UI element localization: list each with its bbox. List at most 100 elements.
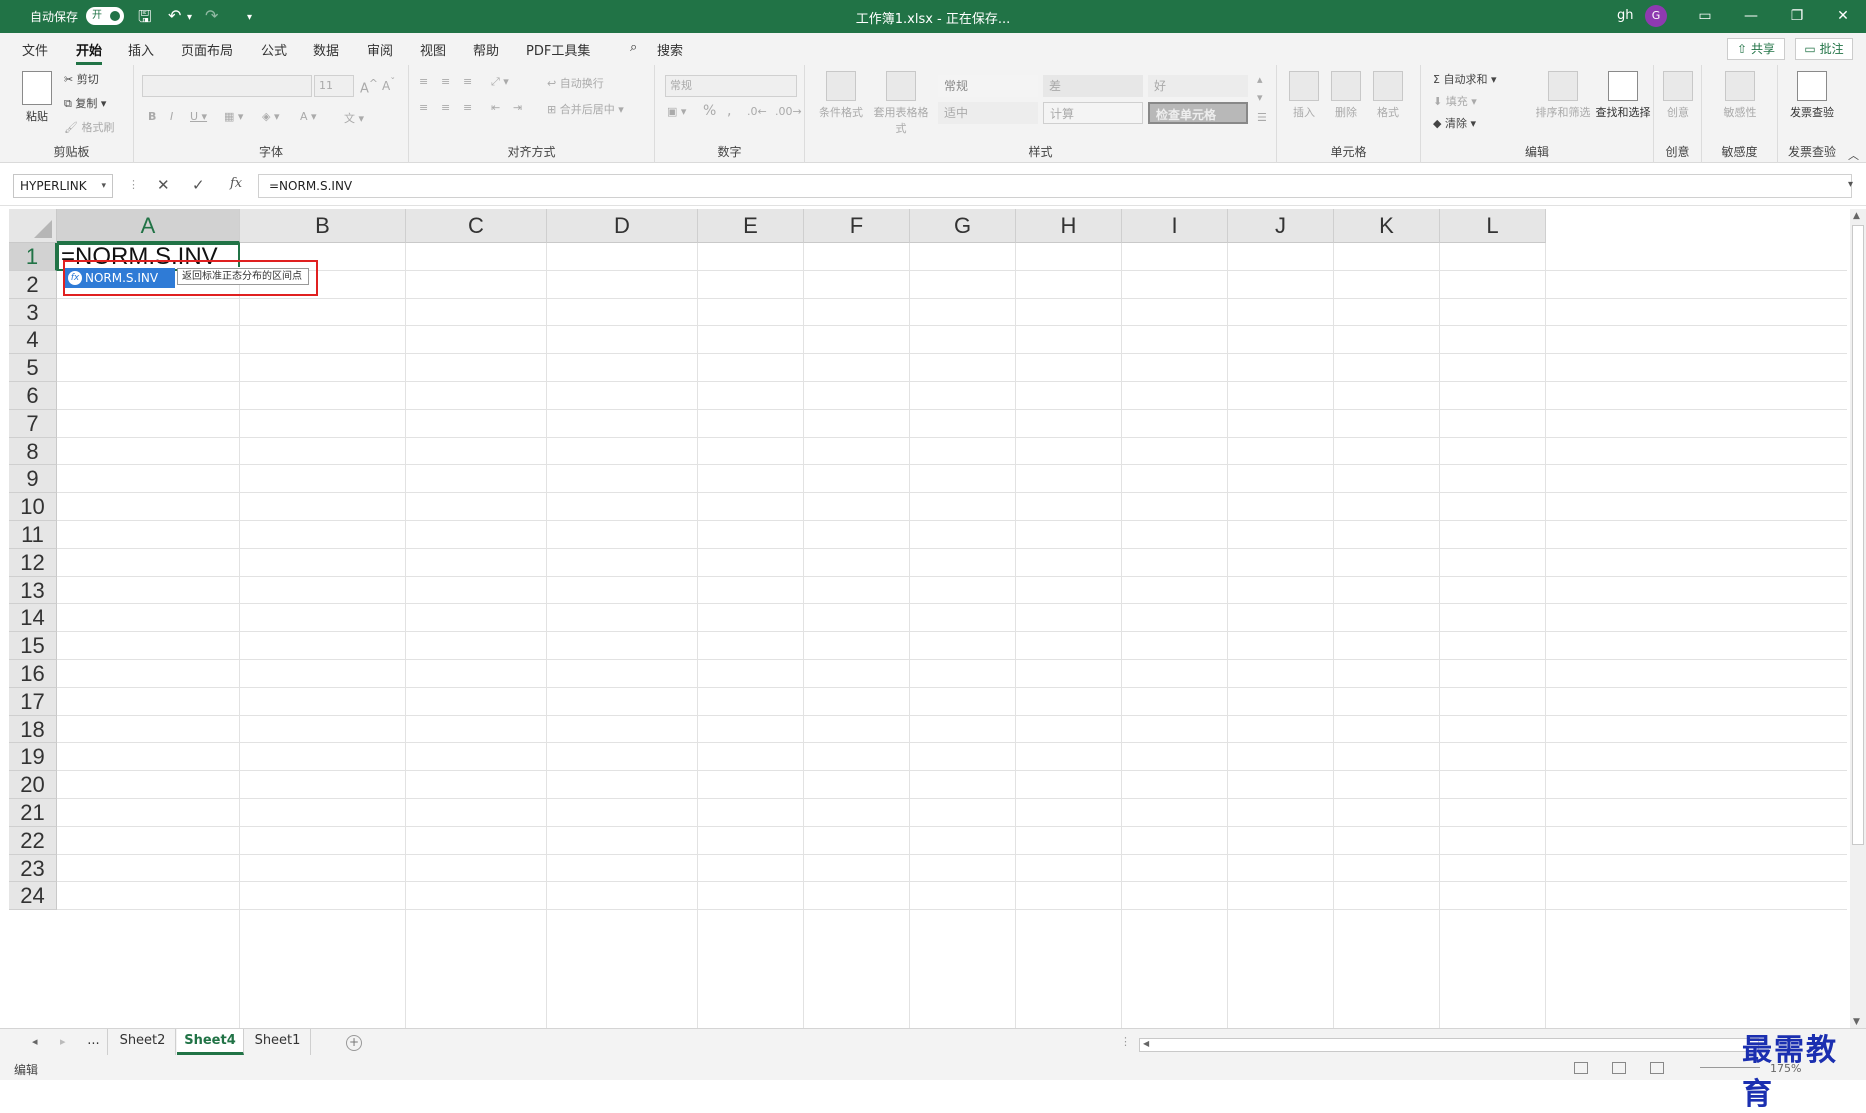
tab-page-layout[interactable]: 页面布局 bbox=[181, 40, 233, 59]
copy-button[interactable]: ⧉ 复制 ▾ bbox=[64, 95, 106, 111]
sheet-tab-sheet4[interactable]: Sheet4 bbox=[177, 1029, 244, 1055]
normal-view-icon[interactable] bbox=[1574, 1062, 1588, 1074]
column-header-h[interactable]: H bbox=[1016, 209, 1122, 243]
number-format-select[interactable]: 常规 bbox=[665, 75, 797, 97]
font-size-select[interactable]: 11 bbox=[314, 75, 354, 97]
minimize-icon[interactable]: — bbox=[1728, 0, 1774, 33]
row-header-15[interactable]: 15 bbox=[9, 632, 57, 660]
row-header-17[interactable]: 17 bbox=[9, 687, 57, 716]
redo-icon[interactable]: ↷ bbox=[205, 6, 218, 25]
tab-pdf-tools[interactable]: PDF工具集 bbox=[526, 40, 590, 59]
font-color-icon[interactable]: A ▾ bbox=[300, 110, 317, 123]
sheet-tab-sheet1[interactable]: Sheet1 bbox=[245, 1029, 311, 1055]
name-box[interactable]: HYPERLINK ▾ bbox=[13, 174, 113, 198]
column-header-b[interactable]: B bbox=[240, 209, 406, 243]
invoice-check-button[interactable]: 发票查验 bbox=[1788, 71, 1836, 120]
row-header-24[interactable]: 24 bbox=[9, 882, 57, 911]
grow-font-icon[interactable]: A^ bbox=[360, 77, 378, 96]
tab-split-handle[interactable]: ⋮ bbox=[1120, 1035, 1131, 1048]
style-good[interactable]: 好 bbox=[1148, 75, 1248, 97]
autocomplete-item-norm-s-inv[interactable]: fx NORM.S.INV bbox=[65, 268, 175, 288]
tab-data[interactable]: 数据 bbox=[313, 40, 339, 59]
column-header-i[interactable]: I bbox=[1122, 209, 1228, 243]
vertical-scroll-thumb[interactable] bbox=[1852, 225, 1864, 845]
save-icon[interactable]: 🖫 bbox=[138, 6, 152, 33]
decrease-decimal-icon[interactable]: .00→ bbox=[775, 105, 802, 118]
orientation-icon[interactable]: ⤢ ▾ bbox=[491, 75, 509, 89]
autosave-toggle[interactable]: 开 bbox=[86, 7, 124, 25]
fill-color-icon[interactable]: ◈ ▾ bbox=[262, 110, 279, 123]
column-header-f[interactable]: F bbox=[804, 209, 910, 243]
decrease-indent-icon[interactable]: ⇤ bbox=[491, 101, 500, 114]
find-select-button[interactable]: 查找和选择 bbox=[1593, 71, 1653, 120]
sheet-more-tabs[interactable]: ... bbox=[80, 1029, 108, 1055]
user-name[interactable]: gh bbox=[1617, 8, 1634, 23]
row-header-3[interactable]: 3 bbox=[9, 298, 57, 327]
column-header-c[interactable]: C bbox=[406, 209, 547, 243]
page-layout-view-icon[interactable] bbox=[1612, 1062, 1626, 1074]
restore-icon[interactable]: ❐ bbox=[1774, 0, 1820, 33]
row-header-1[interactable]: 1 bbox=[9, 243, 57, 271]
share-button[interactable]: ⇧ 共享 bbox=[1727, 38, 1785, 60]
sheet-next-icon[interactable]: ▸ bbox=[60, 1035, 66, 1048]
row-header-9[interactable]: 9 bbox=[9, 465, 57, 494]
scroll-up-icon[interactable]: ▲ bbox=[1853, 211, 1860, 221]
styles-scroll-down-icon[interactable]: ▾ bbox=[1257, 91, 1263, 104]
tab-help[interactable]: 帮助 bbox=[473, 40, 499, 59]
row-header-14[interactable]: 14 bbox=[9, 604, 57, 633]
row-header-13[interactable]: 13 bbox=[9, 576, 57, 605]
enter-icon[interactable]: ✓ bbox=[192, 176, 205, 194]
horizontal-scrollbar[interactable]: ◀ bbox=[1139, 1038, 1759, 1052]
column-header-j[interactable]: J bbox=[1228, 209, 1334, 243]
increase-decimal-icon[interactable]: .0← bbox=[747, 105, 767, 118]
row-header-19[interactable]: 19 bbox=[9, 743, 57, 772]
italic-icon[interactable]: I bbox=[170, 110, 173, 123]
phonetic-icon[interactable]: 文 ▾ bbox=[344, 110, 364, 126]
comments-button[interactable]: ▭ 批注 bbox=[1795, 38, 1853, 60]
percent-icon[interactable]: % bbox=[703, 103, 716, 119]
style-check-cell[interactable]: 检查单元格 bbox=[1148, 102, 1248, 124]
tab-review[interactable]: 审阅 bbox=[367, 40, 393, 59]
collapse-ribbon-icon[interactable]: ︿ bbox=[1848, 147, 1859, 163]
clear-button[interactable]: ◆ 清除 ▾ bbox=[1433, 115, 1476, 131]
tab-view[interactable]: 视图 bbox=[420, 40, 446, 59]
border-icon[interactable]: ▦ ▾ bbox=[224, 110, 243, 123]
add-sheet-icon[interactable]: + bbox=[346, 1035, 362, 1051]
column-header-a[interactable]: A bbox=[57, 209, 240, 243]
row-header-8[interactable]: 8 bbox=[9, 437, 57, 466]
cancel-icon[interactable]: ✕ bbox=[157, 176, 170, 194]
row-header-4[interactable]: 4 bbox=[9, 326, 57, 355]
sheet-tab-sheet2[interactable]: Sheet2 bbox=[110, 1029, 176, 1055]
row-header-5[interactable]: 5 bbox=[9, 354, 57, 382]
align-middle-icon[interactable]: ≡ bbox=[441, 75, 450, 88]
customize-qat-icon[interactable]: ▾ bbox=[247, 12, 252, 23]
row-header-6[interactable]: 6 bbox=[9, 382, 57, 410]
align-bottom-icon[interactable]: ≡ bbox=[463, 75, 472, 88]
font-name-select[interactable] bbox=[142, 75, 312, 97]
shrink-font-icon[interactable]: Aˇ bbox=[382, 77, 395, 93]
close-icon[interactable]: ✕ bbox=[1820, 0, 1866, 33]
column-header-g[interactable]: G bbox=[910, 209, 1016, 243]
ribbon-display-icon[interactable]: ▭ bbox=[1682, 0, 1728, 33]
page-break-view-icon[interactable] bbox=[1650, 1062, 1664, 1074]
row-header-22[interactable]: 22 bbox=[9, 826, 57, 855]
align-right-icon[interactable]: ≡ bbox=[463, 101, 472, 114]
tab-formulas[interactable]: 公式 bbox=[261, 40, 287, 59]
increase-indent-icon[interactable]: ⇥ bbox=[513, 101, 522, 114]
underline-icon[interactable]: U ▾ bbox=[190, 110, 207, 123]
row-header-12[interactable]: 12 bbox=[9, 548, 57, 577]
row-header-10[interactable]: 10 bbox=[9, 493, 57, 521]
format-as-table-button[interactable]: 套用表格格式 bbox=[871, 71, 931, 136]
merge-center-button[interactable]: ⊞ 合并后居中 ▾ bbox=[547, 101, 624, 117]
format-cells-button[interactable]: 格式 bbox=[1369, 71, 1407, 120]
formula-input[interactable]: =NORM.S.INV bbox=[258, 174, 1852, 198]
align-center-icon[interactable]: ≡ bbox=[441, 101, 450, 114]
sheet-prev-icon[interactable]: ◂ bbox=[32, 1035, 38, 1048]
row-header-18[interactable]: 18 bbox=[9, 715, 57, 744]
row-header-23[interactable]: 23 bbox=[9, 854, 57, 883]
styles-more-icon[interactable]: ☰ bbox=[1257, 111, 1267, 124]
wrap-text-button[interactable]: ↩ 自动换行 bbox=[547, 75, 604, 91]
tab-insert[interactable]: 插入 bbox=[128, 40, 154, 59]
format-painter-button[interactable]: 🖌 格式刷 bbox=[64, 119, 114, 135]
comma-icon[interactable]: , bbox=[727, 103, 731, 119]
